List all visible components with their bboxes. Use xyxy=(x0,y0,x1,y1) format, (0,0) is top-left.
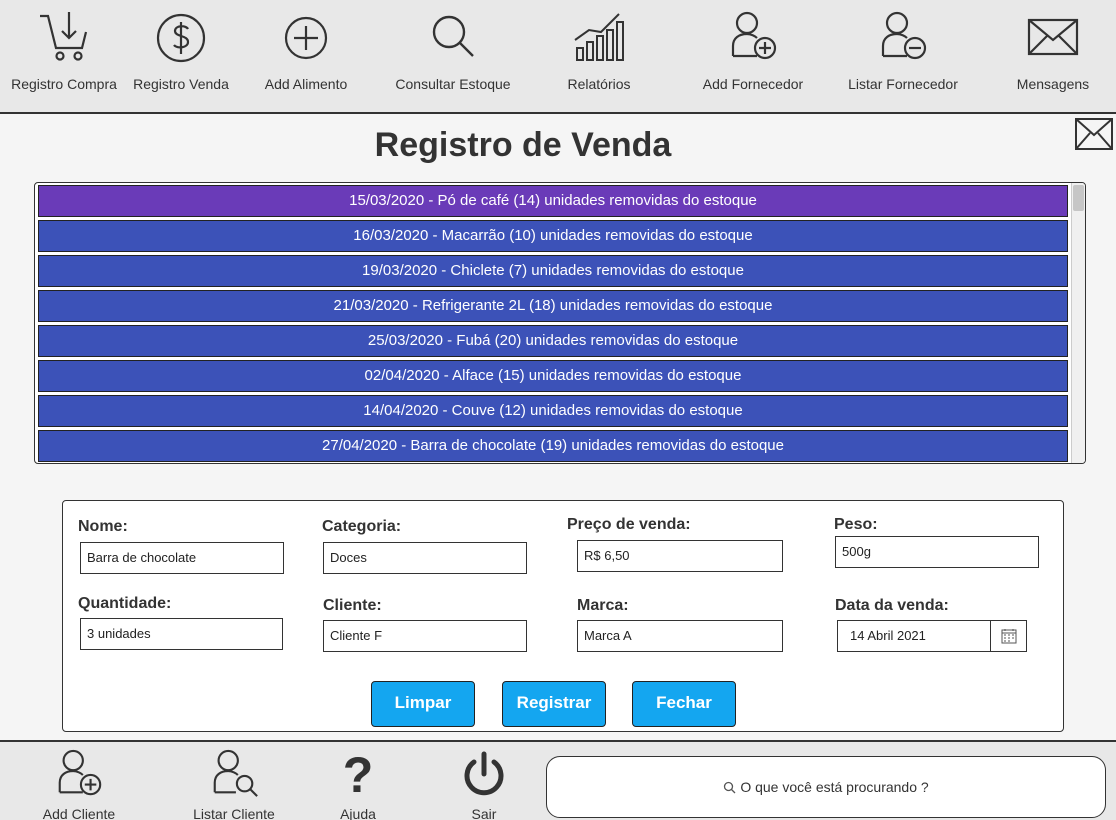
quantidade-field[interactable]: 3 unidades xyxy=(80,618,283,650)
cart-download-icon xyxy=(40,12,88,61)
bottom-label: Add Cliente xyxy=(42,806,116,820)
list-item[interactable]: 25/03/2020 - Fubá (20) unidades removida… xyxy=(38,325,1068,357)
peso-field[interactable]: 500g xyxy=(835,536,1039,568)
toolbar-label: Add Alimento xyxy=(264,76,348,92)
plus-circle-icon xyxy=(284,16,328,60)
top-toolbar: Registro Compra Registro Venda Add Alime… xyxy=(0,0,1116,114)
registrar-button[interactable]: Registrar xyxy=(502,681,606,727)
fechar-button[interactable]: Fechar xyxy=(632,681,736,727)
list-item[interactable]: 16/03/2020 - Macarrão (10) unidades remo… xyxy=(38,220,1068,252)
calendar-button[interactable] xyxy=(990,621,1026,651)
categoria-label: Categoria: xyxy=(322,518,402,535)
toolbar-label: Registro Compra xyxy=(11,76,117,92)
search-input[interactable]: O que você está procurando ? xyxy=(546,756,1106,818)
quantidade-label: Quantidade: xyxy=(78,595,172,612)
nome-field[interactable]: Barra de chocolate xyxy=(80,542,284,574)
mail-icon xyxy=(1027,18,1079,56)
bottom-listar-cliente[interactable]: Listar Cliente xyxy=(188,748,280,820)
dollar-icon xyxy=(156,13,206,63)
page-title: Registro de Venda xyxy=(374,126,672,164)
search-icon xyxy=(724,781,736,793)
list-item[interactable]: 21/03/2020 - Refrigerante 2L (18) unidad… xyxy=(38,290,1068,322)
cliente-field[interactable]: Cliente F xyxy=(323,620,527,652)
toolbar-registro-compra[interactable]: Registro Compra xyxy=(8,8,120,92)
categoria-field[interactable]: Doces xyxy=(323,542,527,574)
limpar-button[interactable]: Limpar xyxy=(371,681,475,727)
calendar-icon xyxy=(1001,629,1016,644)
marca-field[interactable]: Marca A xyxy=(577,620,783,652)
nome-label: Nome: xyxy=(78,518,128,535)
scroll-thumb[interactable] xyxy=(1073,185,1084,211)
help-icon: ? xyxy=(343,748,374,800)
preco-field[interactable]: R$ 6,50 xyxy=(577,540,783,572)
toolbar-add-fornecedor[interactable]: Add Fornecedor xyxy=(696,8,810,92)
svg-text:?: ? xyxy=(343,748,374,800)
data-label: Data da venda: xyxy=(835,597,949,614)
toolbar-mensagens[interactable]: Mensagens xyxy=(1010,8,1096,92)
toolbar-label: Add Fornecedor xyxy=(702,76,804,92)
preco-label: Preço de venda: xyxy=(567,516,691,533)
peso-label: Peso: xyxy=(834,516,878,533)
search-placeholder: O que você está procurando ? xyxy=(740,779,929,795)
toolbar-consultar-estoque[interactable]: Consultar Estoque xyxy=(388,8,518,92)
sales-list: 15/03/2020 - Pó de café (14) unidades re… xyxy=(34,182,1086,464)
search-icon xyxy=(432,15,474,57)
toolbar-label: Relatórios xyxy=(567,76,631,92)
toolbar-registro-venda[interactable]: Registro Venda xyxy=(128,8,234,92)
date-picker[interactable]: 14 Abril 2021 xyxy=(837,620,1027,652)
toolbar-relatorios[interactable]: Relatórios xyxy=(556,8,642,92)
list-scrollbar[interactable] xyxy=(1071,183,1085,463)
list-item[interactable]: 15/03/2020 - Pó de café (14) unidades re… xyxy=(38,185,1068,217)
list-item[interactable]: 14/04/2020 - Couve (12) unidades removid… xyxy=(38,395,1068,427)
toolbar-label: Registro Venda xyxy=(133,76,229,92)
bottom-label: Listar Cliente xyxy=(193,806,275,820)
user-plus-icon xyxy=(58,749,102,796)
bottom-label: Sair xyxy=(471,806,497,820)
user-search-icon xyxy=(213,749,258,797)
bottom-add-cliente[interactable]: Add Cliente xyxy=(36,748,122,820)
marca-label: Marca: xyxy=(577,597,629,614)
toolbar-label: Listar Fornecedor xyxy=(848,76,958,92)
power-icon xyxy=(464,751,504,796)
bottom-toolbar: Add Cliente Listar Cliente ? Ajuda Sair … xyxy=(0,740,1116,820)
bottom-sair[interactable]: Sair xyxy=(456,748,512,820)
bottom-label: Ajuda xyxy=(340,806,376,820)
date-value: 14 Abril 2021 xyxy=(850,628,926,643)
toolbar-label: Mensagens xyxy=(1016,76,1090,92)
cliente-label: Cliente: xyxy=(323,597,382,614)
list-item[interactable]: 27/04/2020 - Barra de chocolate (19) uni… xyxy=(38,430,1068,462)
bottom-ajuda[interactable]: ? Ajuda xyxy=(328,748,388,820)
bar-chart-icon xyxy=(574,13,624,61)
mail-icon[interactable] xyxy=(1075,118,1113,150)
sale-form: Nome: Barra de chocolate Categoria: Doce… xyxy=(62,500,1064,732)
user-plus-icon xyxy=(731,11,777,60)
user-minus-icon xyxy=(881,11,927,60)
toolbar-listar-fornecedor[interactable]: Listar Fornecedor xyxy=(842,8,964,92)
list-item[interactable]: 19/03/2020 - Chiclete (7) unidades remov… xyxy=(38,255,1068,287)
toolbar-label: Consultar Estoque xyxy=(395,76,511,92)
list-item[interactable]: 02/04/2020 - Alface (15) unidades removi… xyxy=(38,360,1068,392)
toolbar-add-alimento[interactable]: Add Alimento xyxy=(256,8,356,92)
